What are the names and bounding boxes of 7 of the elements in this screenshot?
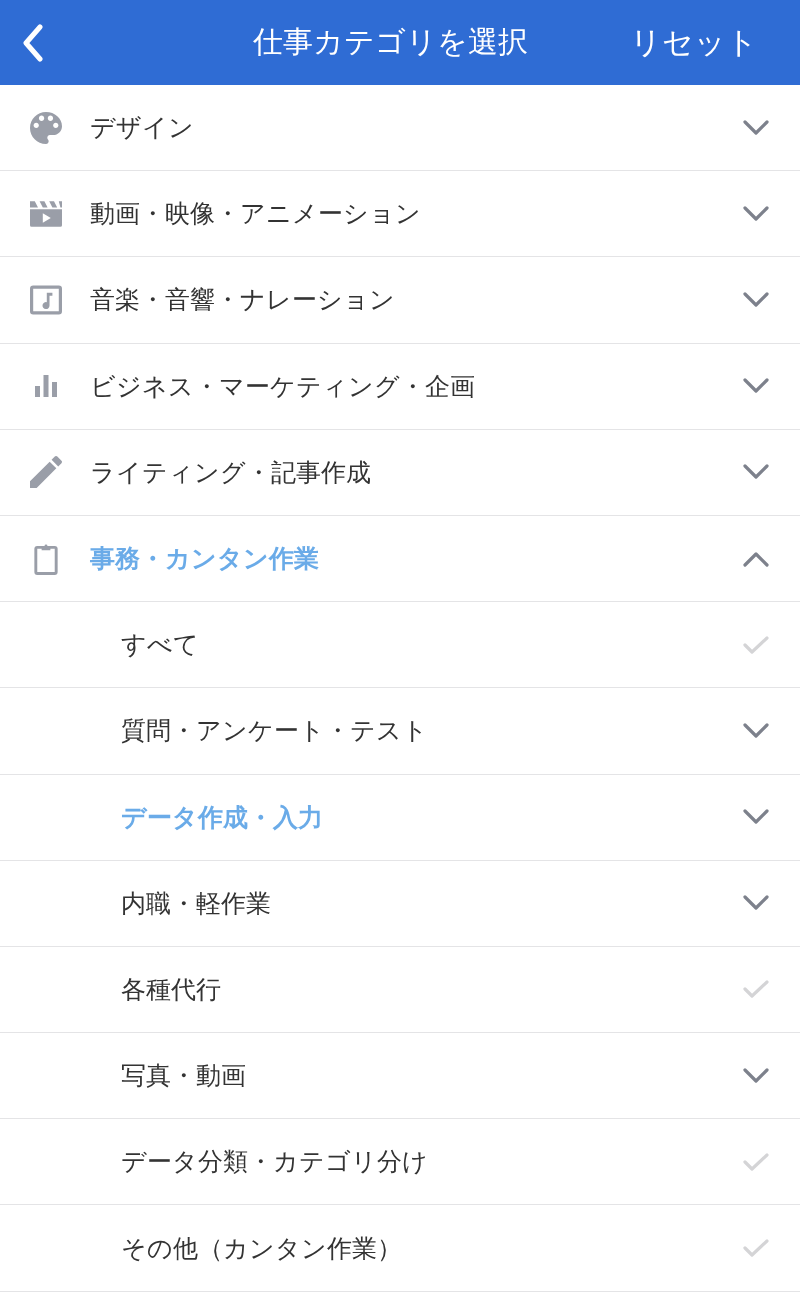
- page-title: 仕事カテゴリを選択: [252, 23, 528, 61]
- palette-icon: [30, 111, 62, 144]
- back-icon: [22, 23, 44, 62]
- back-button[interactable]: [22, 23, 44, 62]
- music-note-icon: [30, 283, 62, 316]
- pencil-icon: [30, 456, 62, 489]
- reset-button[interactable]: リセット: [630, 21, 758, 64]
